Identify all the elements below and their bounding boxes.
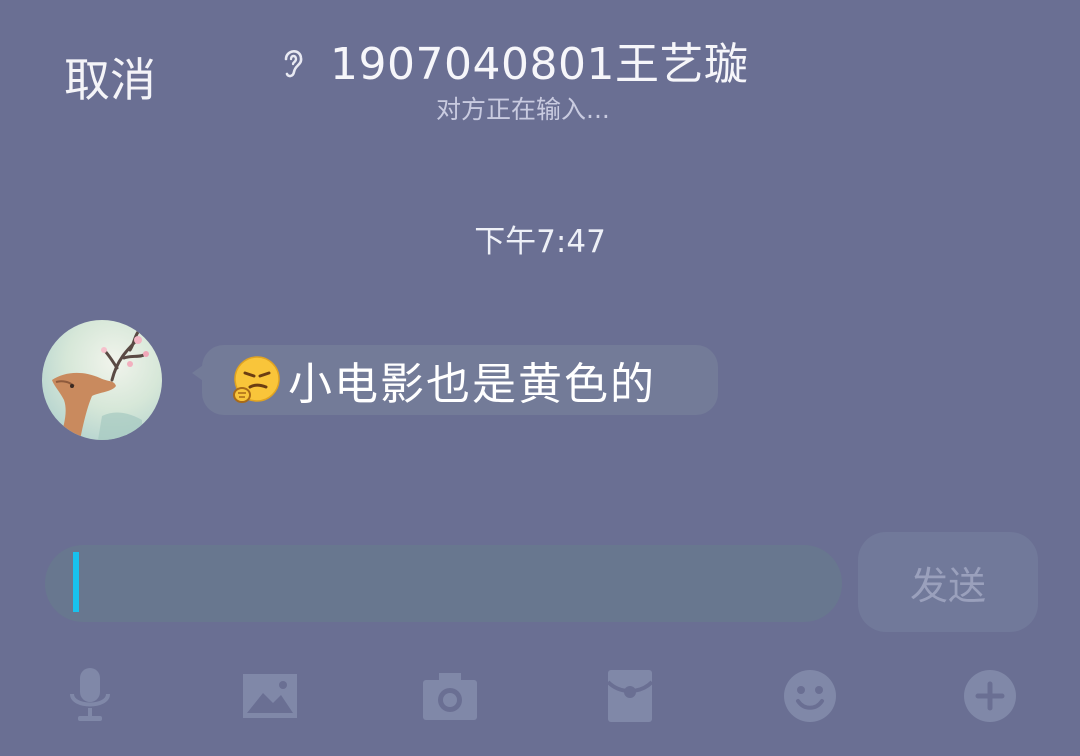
emoji-face-icon[interactable]	[778, 664, 842, 728]
deer-illustration	[52, 330, 149, 440]
typing-status: 对方正在输入...	[436, 95, 610, 124]
plus-icon[interactable]	[958, 664, 1022, 728]
cancel-button[interactable]: 取消	[64, 44, 156, 110]
microphone-icon[interactable]	[58, 664, 122, 728]
composer-toolbar	[0, 664, 1080, 730]
camera-icon[interactable]	[418, 664, 482, 728]
red-packet-icon[interactable]	[598, 664, 662, 728]
send-button[interactable]: 发送	[858, 532, 1038, 632]
chat-header: 1907040801王艺璇 对方正在输入...	[278, 28, 798, 124]
smirk-face-emoji-icon	[233, 356, 280, 403]
message-input[interactable]	[45, 545, 842, 622]
message-text: 小电影也是黄色的	[288, 359, 656, 410]
message-bubble[interactable]: 小电影也是黄色的	[192, 345, 718, 415]
text-caret	[73, 552, 79, 612]
image-icon[interactable]	[238, 664, 302, 728]
page-title: 1907040801王艺璇	[330, 39, 749, 90]
ear-icon	[284, 50, 303, 78]
avatar[interactable]	[42, 320, 162, 440]
message-timestamp: 下午7:47	[474, 224, 606, 260]
